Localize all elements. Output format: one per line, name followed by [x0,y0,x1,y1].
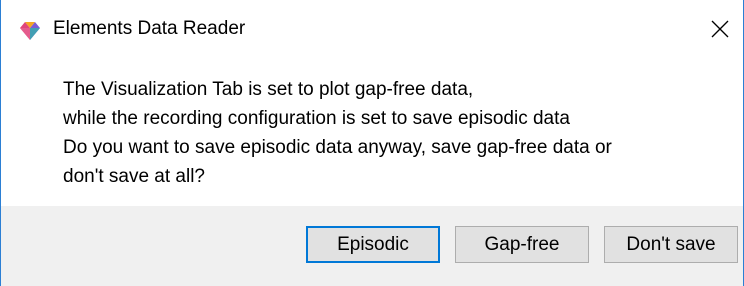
close-button[interactable] [697,6,743,52]
close-icon [711,20,729,38]
message-line: The Visualization Tab is set to plot gap… [63,79,474,100]
dialog-window: Elements Data Reader The Visualization T… [0,0,744,286]
dialog-message: The Visualization Tab is set to plot gap… [63,75,723,191]
episodic-button[interactable]: Episodic [306,226,440,263]
message-line: Do you want to save episodic data anyway… [63,137,612,158]
dont-save-button[interactable]: Don't save [604,226,738,263]
window-title: Elements Data Reader [53,18,246,39]
elements-diamond-icon [19,21,41,41]
button-bar: Episodic Gap-free Don't save [1,206,743,286]
message-line: don't save at all? [63,166,205,187]
message-line: while the recording configuration is set… [63,108,570,129]
title-bar: Elements Data Reader [1,0,743,62]
gap-free-button[interactable]: Gap-free [455,226,589,263]
